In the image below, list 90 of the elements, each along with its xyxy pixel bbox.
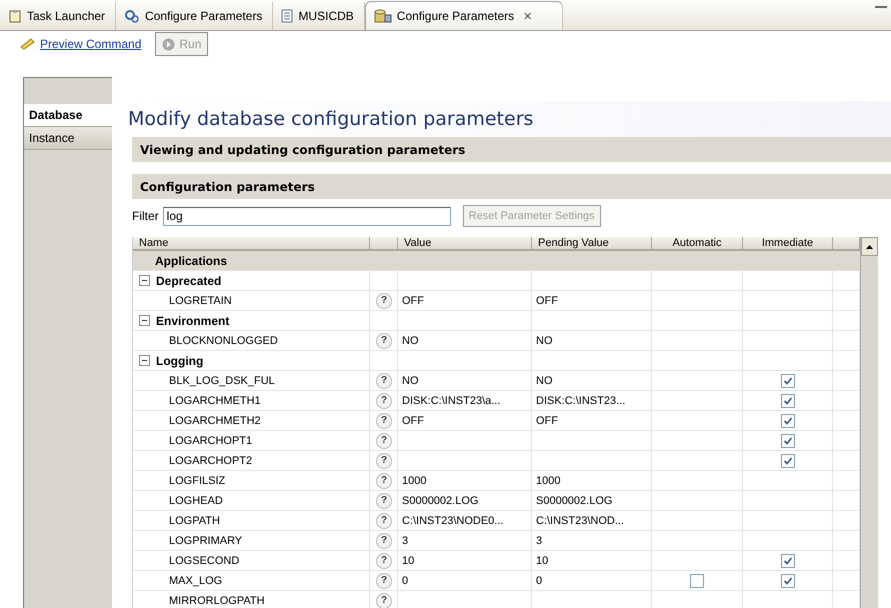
parameter-name: MAX_LOG [169,574,222,586]
parameter-name: LOGARCHOPT1 [169,434,252,446]
help-icon[interactable]: ? [376,512,392,528]
category-label: Applications [155,254,228,268]
pending-value: OFF [536,294,558,306]
column-header[interactable]: Name [133,237,370,249]
parameter-name: BLK_LOG_DSK_FUL [169,374,275,386]
group-label[interactable]: Logging [156,354,204,368]
section-header: Configuration parameters [132,174,891,199]
checkbox[interactable] [780,374,794,388]
editor-tab[interactable]: MUSICDB [273,2,365,30]
pending-value: 1000 [536,474,560,486]
checkbox[interactable] [780,574,794,588]
editor-tab[interactable]: Configure Parameters ✕ [364,1,564,30]
group-label[interactable]: Deprecated [156,274,222,288]
help-icon[interactable]: ? [376,552,392,568]
help-icon[interactable]: ? [376,592,392,608]
scrollbar[interactable] [860,237,878,608]
gears-icon [124,9,140,23]
parameter-name: LOGARCHMETH1 [169,394,261,406]
help-icon[interactable]: ? [376,292,392,308]
pending-value: DISK:C:\INST23... [536,394,626,406]
pending-value: C:\INST23\NOD... [536,514,624,526]
pending-value: 10 [536,554,548,566]
checkbox[interactable] [780,434,794,448]
column-header[interactable]: Value [398,237,532,249]
parameter-name: LOGHEAD [169,494,223,506]
pending-value: 0 [536,574,542,586]
filter-label: Filter [132,209,159,223]
help-icon[interactable]: ? [376,452,392,468]
pending-value: OFF [536,414,558,426]
parameter-value: OFF [402,294,424,306]
checkbox[interactable] [780,414,794,428]
parameter-value: 3 [402,534,408,546]
parameter-name: BLOCKNONLOGGED [169,334,278,346]
help-icon[interactable]: ? [376,332,392,348]
checkbox[interactable] [780,394,794,408]
play-icon [162,38,176,50]
pending-value: S0000002.LOG [536,494,612,506]
parameter-name: LOGRETAIN [169,294,232,306]
parameter-name: LOGSECOND [169,554,240,566]
parameter-name: LOGPATH [169,514,220,526]
parameter-value: 1000 [402,474,426,486]
clipboard-icon [8,9,22,23]
filter-field[interactable]: log [162,206,451,226]
pencil-icon [20,38,36,50]
parameter-name: LOGARCHOPT2 [169,454,252,466]
parameter-value: S0000002.LOG [402,494,478,506]
sidebar-tab[interactable]: Instance [24,127,112,150]
help-icon[interactable]: ? [376,492,392,508]
help-icon[interactable]: ? [376,392,392,408]
help-icon[interactable]: ? [376,532,392,548]
sidebar-tab[interactable]: Database [24,104,112,127]
column-header[interactable]: Automatic [652,237,743,249]
editor-tab[interactable]: Task Launcher [0,2,116,30]
parameter-name: LOGPRIMARY [169,534,242,546]
checkbox[interactable] [690,574,704,588]
parameter-value: C:\INST23\NODE0... [402,514,504,526]
parameter-name: LOGFILSIZ [169,474,226,486]
collapse-toggle[interactable] [139,315,150,326]
column-header[interactable]: Immediate [743,237,833,249]
group-label[interactable]: Environment [156,314,230,328]
database-icon [374,9,392,23]
checkbox[interactable] [780,554,794,568]
help-icon[interactable]: ? [376,572,392,588]
collapse-toggle[interactable] [139,275,150,286]
parameter-value: OFF [402,414,424,426]
pending-value: NO [536,334,552,346]
parameter-value: NO [402,334,418,346]
editor-tab[interactable]: Configure Parameters [116,2,274,30]
help-icon[interactable]: ? [376,472,392,488]
parameter-value: 0 [402,574,408,586]
help-icon[interactable]: ? [376,412,392,428]
scroll-up-icon[interactable] [861,237,878,256]
parameter-name: MIRRORLOGPATH [169,594,265,606]
help-icon[interactable]: ? [376,432,392,448]
help-icon[interactable]: ? [376,372,392,388]
close-icon[interactable]: ✕ [523,10,532,22]
parameter-value: DISK:C:\INST23\a... [402,394,500,406]
preview-command-link[interactable]: Preview Command [20,37,142,51]
section-header: Viewing and updating configuration parameters [132,137,891,162]
parameter-value: NO [402,374,418,386]
parameter-value: 10 [402,554,414,566]
pending-value: NO [536,374,552,386]
list-icon [281,9,294,23]
pending-value: 3 [536,534,542,546]
checkbox[interactable] [780,454,794,468]
parameter-name: LOGARCHMETH2 [169,414,261,426]
column-header[interactable]: Pending Value [532,237,652,249]
collapse-toggle[interactable] [139,355,150,366]
